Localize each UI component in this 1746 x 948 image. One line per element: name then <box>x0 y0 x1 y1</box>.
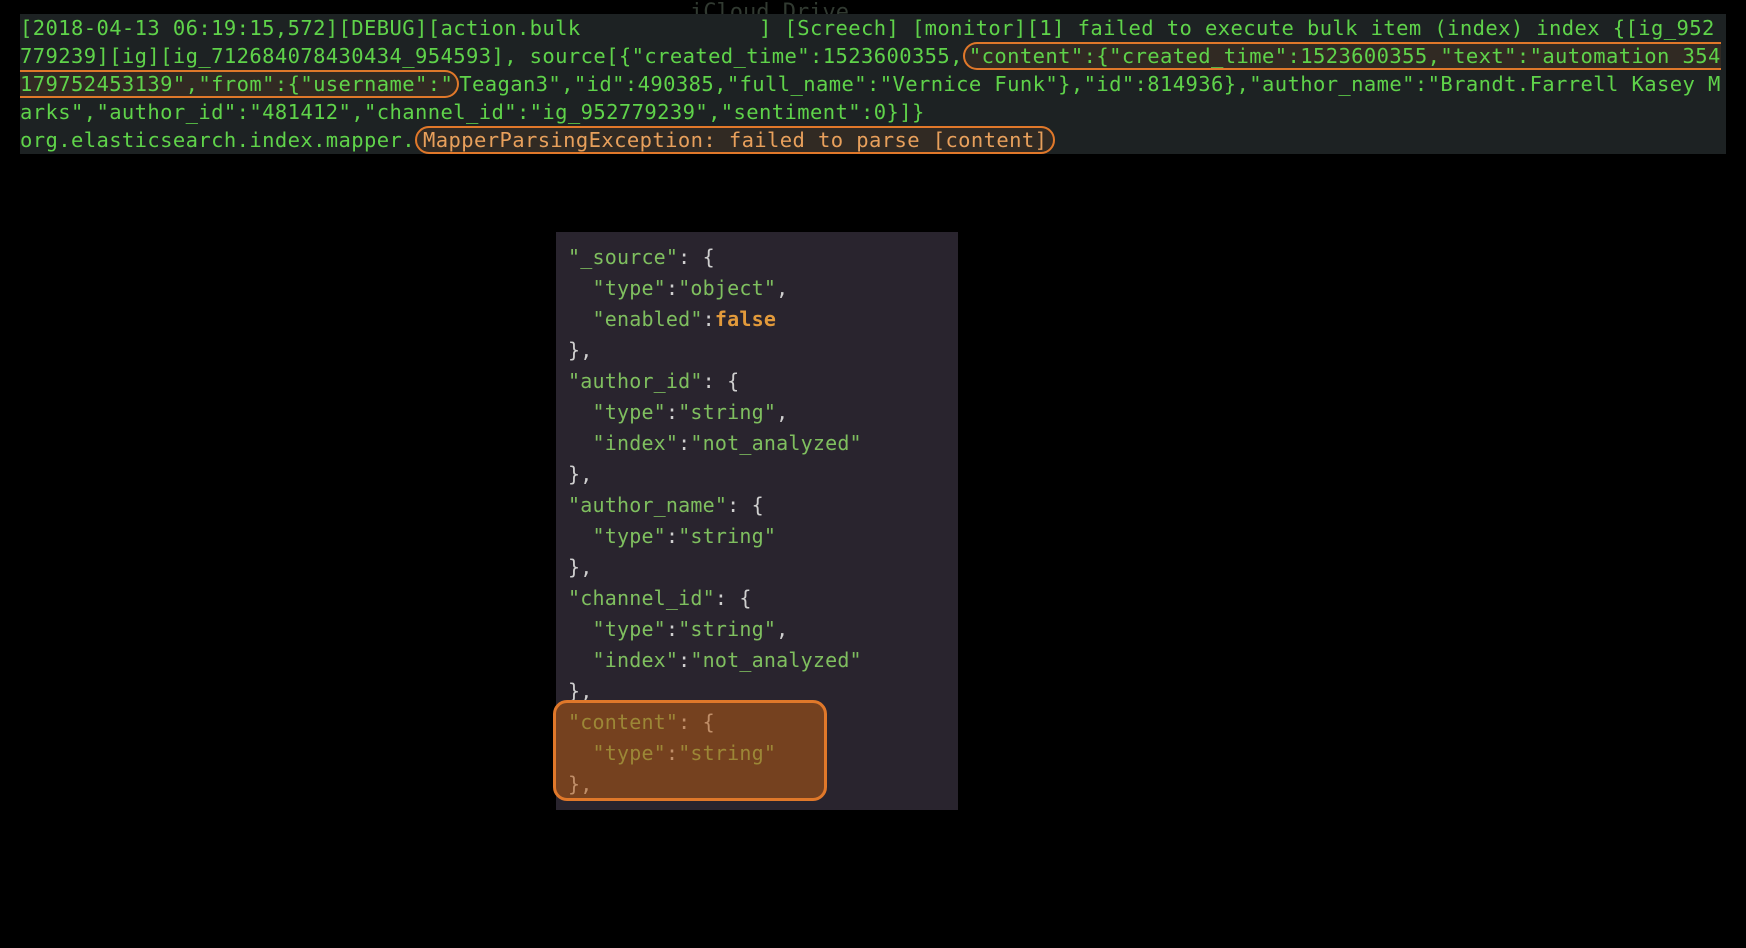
brace: : { <box>678 245 715 269</box>
key-content: "content" <box>568 710 678 734</box>
val-not-analyzed: "not_analyzed" <box>690 431 861 455</box>
key-type: "type" <box>568 524 666 548</box>
key-source: "_source" <box>568 245 678 269</box>
snippet-line: "author_id": { <box>568 366 958 397</box>
colon: : <box>666 276 678 300</box>
log-output: [2018-04-13 06:19:15,572][DEBUG][action.… <box>20 14 1726 154</box>
snippet-line: "enabled":false <box>568 304 958 335</box>
key-type: "type" <box>568 400 666 424</box>
colon: : <box>703 307 715 331</box>
colon: : <box>678 431 690 455</box>
brace-end: }, <box>568 555 592 579</box>
snippet-line: "type":"string", <box>568 614 958 645</box>
comma: , <box>776 276 788 300</box>
snippet-line: "index":"not_analyzed" <box>568 428 958 459</box>
snippet-line: "content": { <box>568 707 958 738</box>
key-type: "type" <box>568 276 666 300</box>
snippet-line: }, <box>568 335 958 366</box>
key-channel-id: "channel_id" <box>568 586 715 610</box>
key-author-name: "author_name" <box>568 493 727 517</box>
colon: : <box>666 741 678 765</box>
val-string: "string" <box>678 617 776 641</box>
colon: : <box>678 648 690 672</box>
brace-end: }, <box>568 338 592 362</box>
snippet-line: "channel_id": { <box>568 583 958 614</box>
key-enabled: "enabled" <box>568 307 703 331</box>
brace: : { <box>727 493 764 517</box>
snippet-line: }, <box>568 552 958 583</box>
snippet-line: "type":"string" <box>568 738 958 769</box>
val-string: "string" <box>678 741 776 765</box>
snippet-line: }, <box>568 769 958 800</box>
brace-end: }, <box>568 462 592 486</box>
val-string: "string" <box>678 400 776 424</box>
snippet-line: "type":"string", <box>568 397 958 428</box>
brace: : { <box>678 710 715 734</box>
val-object: "object" <box>678 276 776 300</box>
brace: : { <box>703 369 740 393</box>
brace-end: }, <box>568 679 592 703</box>
mapping-snippet: "_source": { "type":"object", "enabled":… <box>556 232 958 810</box>
comma: , <box>776 400 788 424</box>
snippet-line: "author_name": { <box>568 490 958 521</box>
snippet-line: "index":"not_analyzed" <box>568 645 958 676</box>
key-type: "type" <box>568 741 666 765</box>
val-false: false <box>715 307 776 331</box>
snippet-line: }, <box>568 459 958 490</box>
key-index: "index" <box>568 648 678 672</box>
snippet-line: "type":"object", <box>568 273 958 304</box>
colon: : <box>666 400 678 424</box>
colon: : <box>666 524 678 548</box>
brace-end: }, <box>568 772 592 796</box>
highlight-exception: MapperParsingException: failed to parse … <box>415 126 1055 154</box>
key-author-id: "author_id" <box>568 369 703 393</box>
comma: , <box>776 617 788 641</box>
snippet-line: }, <box>568 676 958 707</box>
snippet-line: "_source": { <box>568 242 958 273</box>
val-not-analyzed: "not_analyzed" <box>690 648 861 672</box>
key-index: "index" <box>568 431 678 455</box>
snippet-line: "type":"string" <box>568 521 958 552</box>
brace: : { <box>715 586 752 610</box>
colon: : <box>666 617 678 641</box>
val-string: "string" <box>678 524 776 548</box>
key-type: "type" <box>568 617 666 641</box>
